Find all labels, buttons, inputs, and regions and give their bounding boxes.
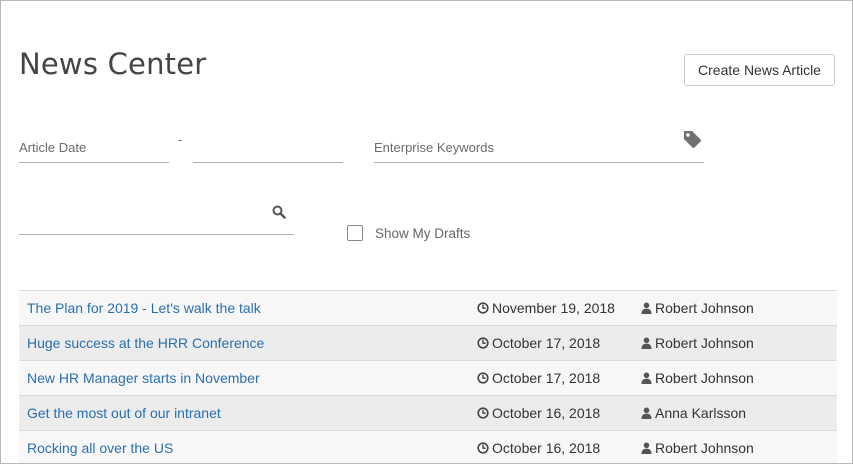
article-author: Robert Johnson (641, 440, 754, 456)
article-date-from-input[interactable] (19, 137, 169, 157)
article-title-link[interactable]: Get the most out of our intranet (27, 405, 221, 421)
clock-icon (477, 372, 489, 384)
article-date-text: November 19, 2018 (492, 300, 615, 316)
article-author: Robert Johnson (641, 335, 754, 351)
news-center-panel: News Center Create News Article - Show M… (0, 0, 853, 464)
news-article-list: The Plan for 2019 - Let's walk the talk … (19, 290, 837, 463)
news-article-row: New HR Manager starts in November Octobe… (19, 361, 837, 396)
search-input[interactable] (19, 209, 259, 229)
show-my-drafts-checkbox[interactable] (347, 225, 363, 241)
article-author: Robert Johnson (641, 300, 754, 316)
article-title-link[interactable]: Huge success at the HRR Conference (27, 335, 264, 351)
article-date-to-input[interactable] (193, 137, 343, 157)
search-icon[interactable] (272, 205, 286, 224)
clock-icon (477, 442, 489, 454)
show-my-drafts-toggle[interactable]: Show My Drafts (347, 225, 470, 241)
article-date-text: October 17, 2018 (492, 370, 601, 386)
article-date-text: October 16, 2018 (492, 405, 601, 421)
tag-icon[interactable] (682, 129, 702, 154)
article-author-name: Robert Johnson (655, 300, 754, 316)
user-icon (641, 302, 652, 314)
article-title-link[interactable]: New HR Manager starts in November (27, 370, 260, 386)
article-date-to-field (193, 137, 343, 163)
clock-icon (477, 302, 489, 314)
article-date: October 16, 2018 (477, 405, 600, 421)
article-date: November 19, 2018 (477, 300, 615, 316)
enterprise-keywords-input[interactable] (374, 137, 664, 157)
create-news-article-button[interactable]: Create News Article (684, 54, 835, 86)
article-author-name: Anna Karlsson (655, 405, 747, 421)
enterprise-keywords-field (374, 131, 704, 163)
article-date-from-field (19, 137, 169, 163)
user-icon (641, 337, 652, 349)
clock-icon (477, 407, 489, 419)
article-title-link[interactable]: Rocking all over the US (27, 440, 173, 456)
search-field (19, 205, 294, 235)
article-title-link[interactable]: The Plan for 2019 - Let's walk the talk (27, 300, 261, 316)
article-author-name: Robert Johnson (655, 440, 754, 456)
news-article-row: The Plan for 2019 - Let's walk the talk … (19, 291, 837, 326)
article-date: October 16, 2018 (477, 440, 600, 456)
article-date-text: October 16, 2018 (492, 440, 601, 456)
news-article-row: Get the most out of our intranet October… (19, 396, 837, 431)
article-date-text: October 17, 2018 (492, 335, 601, 351)
article-author-name: Robert Johnson (655, 335, 754, 351)
page-title: News Center (19, 47, 207, 81)
clock-icon (477, 337, 489, 349)
news-article-row: Huge success at the HRR Conference Octob… (19, 326, 837, 361)
news-article-row: Rocking all over the US October 16, 2018… (19, 431, 837, 463)
user-icon (641, 407, 652, 419)
show-my-drafts-label: Show My Drafts (375, 225, 471, 241)
user-icon (641, 442, 652, 454)
date-range-separator: - (178, 132, 183, 147)
user-icon (641, 372, 652, 384)
article-author: Anna Karlsson (641, 405, 746, 421)
article-date: October 17, 2018 (477, 335, 600, 351)
article-date: October 17, 2018 (477, 370, 600, 386)
article-author-name: Robert Johnson (655, 370, 754, 386)
article-author: Robert Johnson (641, 370, 754, 386)
